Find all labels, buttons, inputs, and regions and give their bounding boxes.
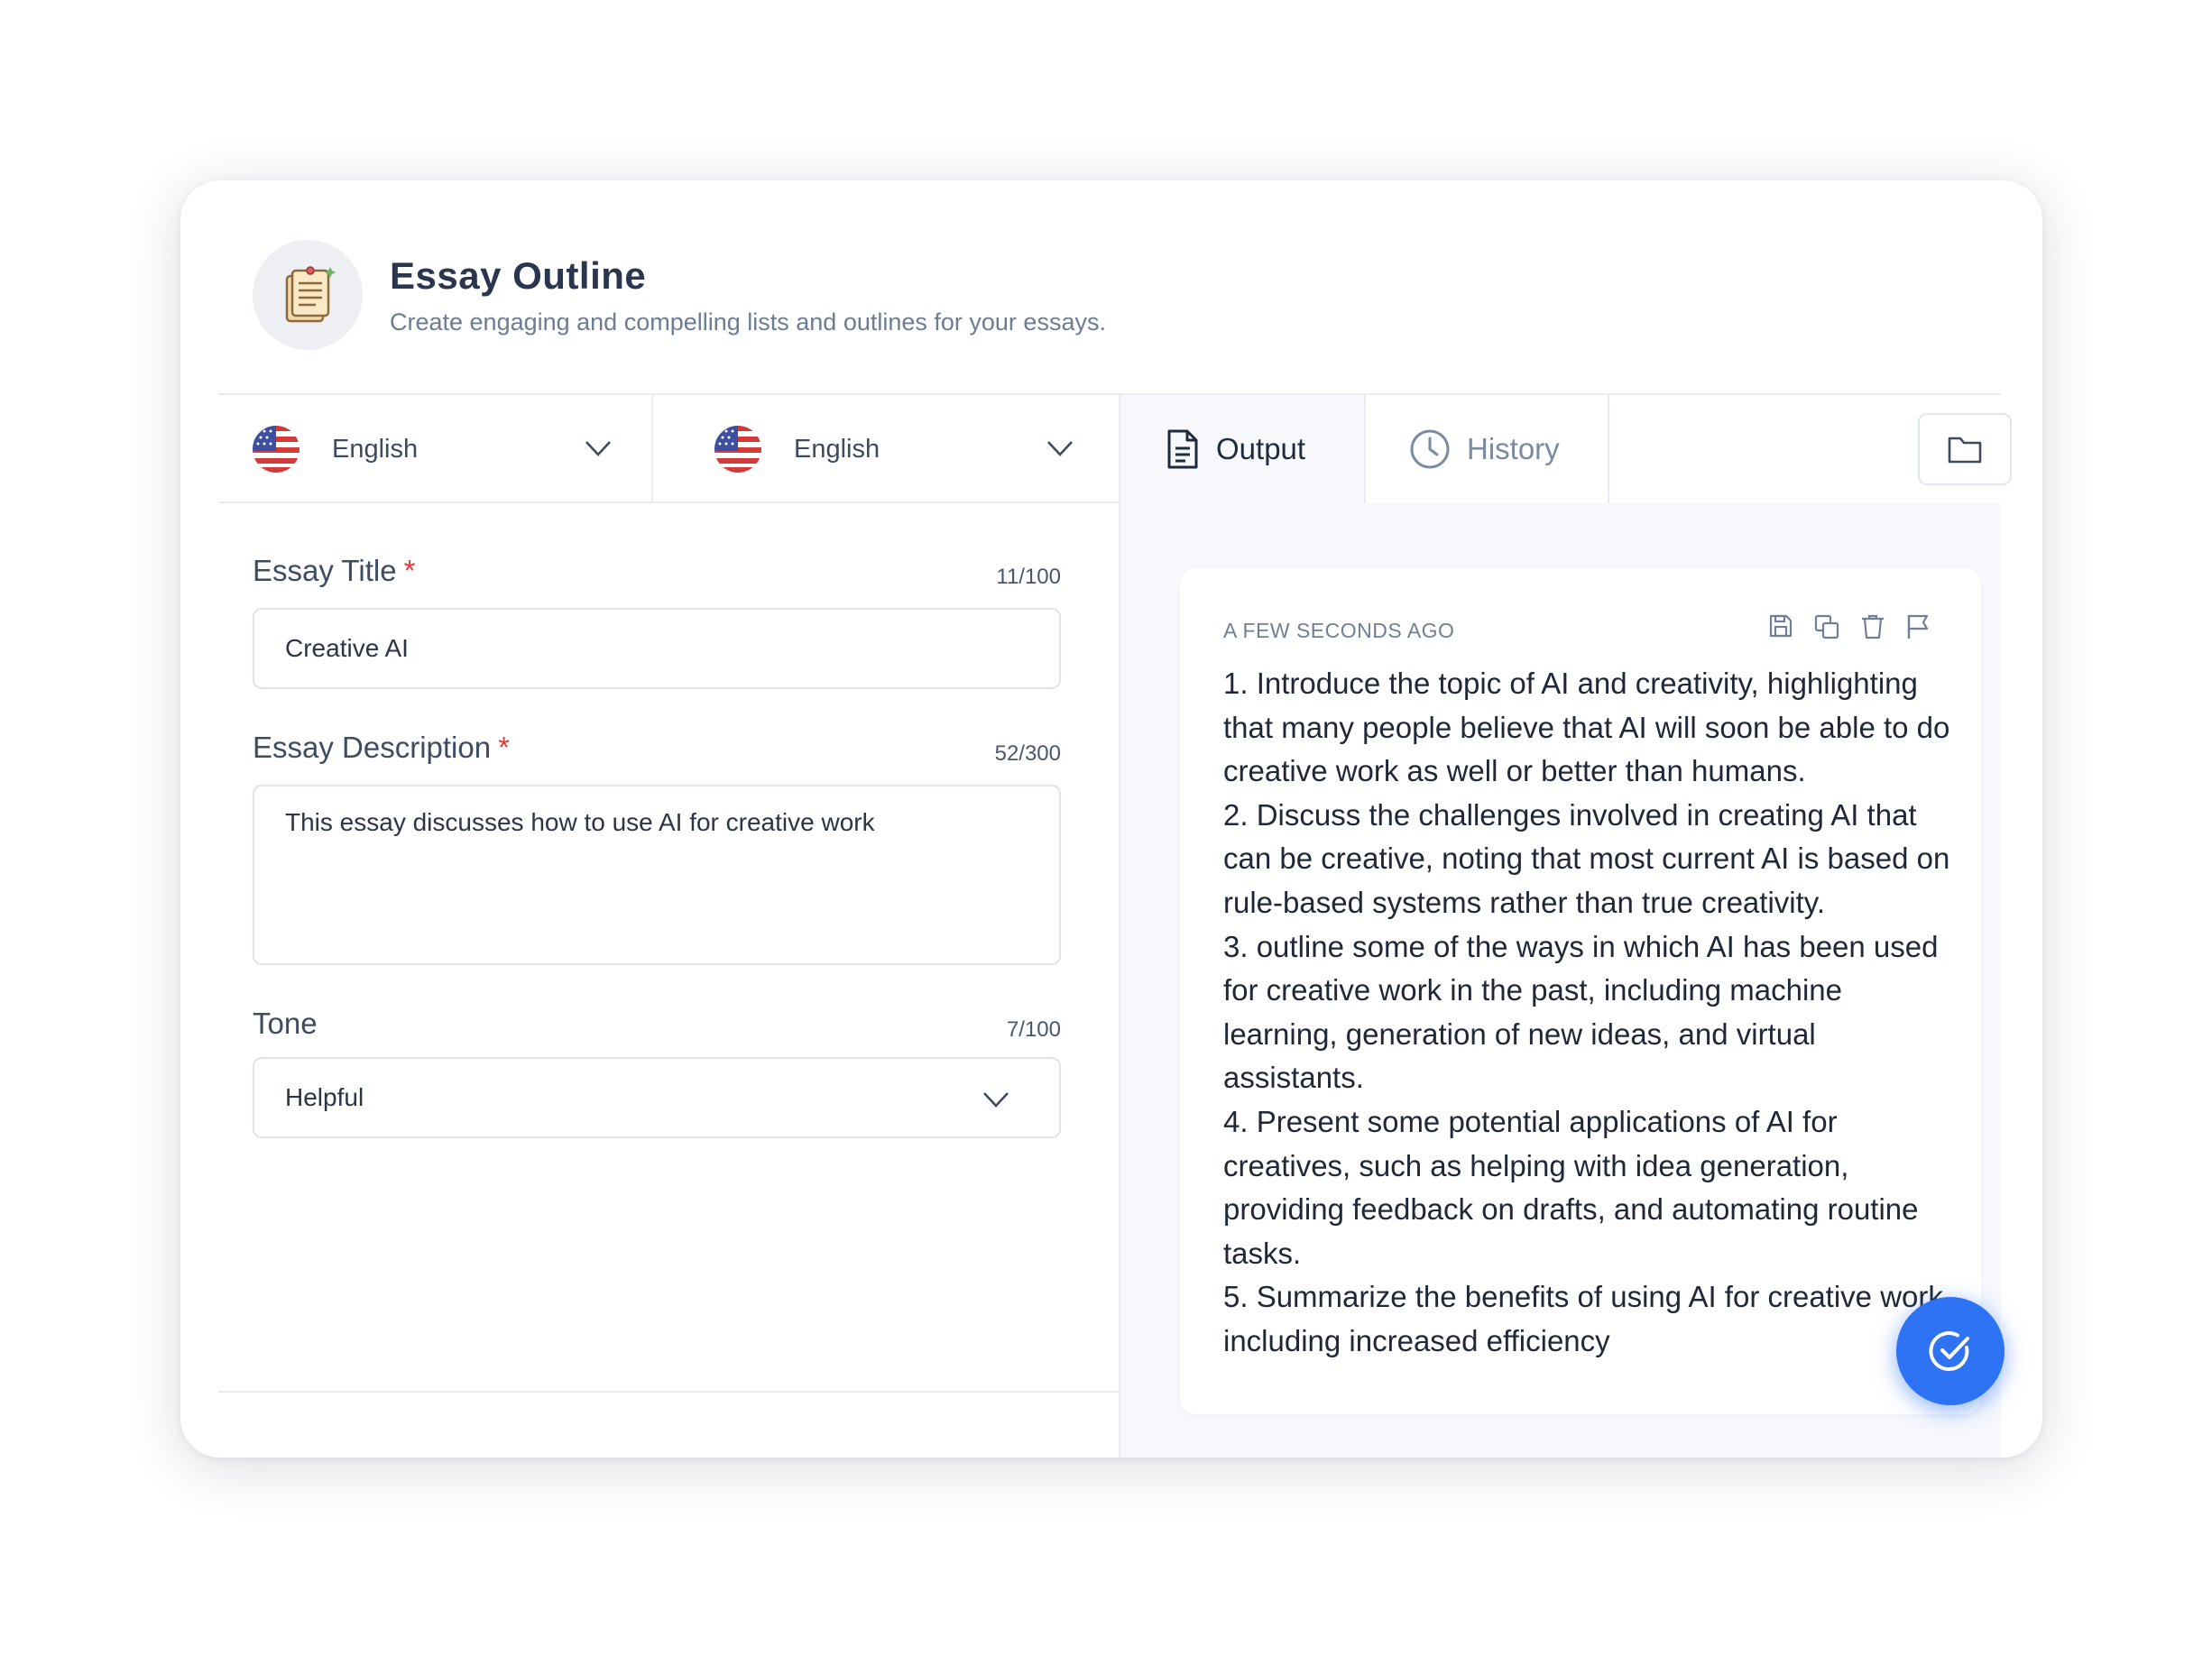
essay-notepad-icon bbox=[253, 240, 363, 350]
clock-icon bbox=[1410, 429, 1450, 469]
folder-button[interactable] bbox=[1918, 413, 2012, 485]
required-marker: * bbox=[403, 554, 416, 587]
chevron-down-icon bbox=[983, 1092, 1009, 1108]
tone-label-text: Tone bbox=[253, 1007, 318, 1040]
tab-history[interactable]: History bbox=[1366, 395, 1608, 503]
essay-description-value: This essay discusses how to use AI for c… bbox=[285, 808, 875, 836]
panel-divider bbox=[1119, 395, 1120, 1458]
chevron-down-icon bbox=[1047, 441, 1073, 456]
result-card: A FEW SECONDS AGO 1. Introduce the topic… bbox=[1180, 568, 1981, 1414]
page-subtitle: Create engaging and compelling lists and… bbox=[390, 308, 1106, 336]
flag-icon[interactable] bbox=[1905, 613, 1931, 640]
tone-label: Tone bbox=[253, 1007, 318, 1041]
essay-title-input[interactable]: Creative AI bbox=[253, 608, 1061, 689]
essay-title-label-text: Essay Title bbox=[253, 554, 397, 587]
tab-output-label: Output bbox=[1216, 432, 1306, 465]
copy-icon[interactable] bbox=[1813, 613, 1840, 640]
essay-title-label: Essay Title * bbox=[253, 554, 415, 588]
result-outline-text: 1. Introduce the topic of AI and creativ… bbox=[1223, 662, 1963, 1364]
outline-item: 1. Introduce the topic of AI and creativ… bbox=[1223, 667, 1950, 788]
check-circle-icon bbox=[1929, 1331, 1969, 1372]
essay-title-value: Creative AI bbox=[285, 634, 409, 662]
us-flag-icon bbox=[253, 426, 300, 473]
save-icon[interactable] bbox=[1768, 613, 1793, 640]
page-title: Essay Outline bbox=[390, 254, 647, 297]
submit-fab-button[interactable] bbox=[1896, 1297, 2005, 1405]
output-language-select[interactable]: English bbox=[714, 395, 1111, 503]
tool-header: Essay Outline Create engaging and compel… bbox=[253, 240, 1967, 352]
essay-outline-card: Essay Outline Create engaging and compel… bbox=[180, 180, 2042, 1458]
outline-item: 2. Discuss the challenges involved in cr… bbox=[1223, 797, 1950, 919]
essay-description-label-text: Essay Description bbox=[253, 731, 492, 764]
tab-separator bbox=[1608, 395, 1609, 503]
folder-icon bbox=[1948, 437, 1982, 464]
essay-description-textarea[interactable]: This essay discusses how to use AI for c… bbox=[253, 785, 1061, 965]
form-bottom-divider bbox=[218, 1391, 1120, 1393]
output-language-label: English bbox=[794, 434, 880, 464]
required-marker: * bbox=[498, 731, 510, 764]
input-language-select[interactable]: English bbox=[253, 395, 650, 503]
document-icon bbox=[1167, 429, 1198, 469]
chevron-down-icon bbox=[585, 441, 611, 456]
trash-icon[interactable] bbox=[1860, 613, 1885, 640]
us-flag-icon bbox=[714, 426, 761, 473]
outline-item: 5. Summarize the benefits of using AI fo… bbox=[1223, 1280, 1952, 1357]
tone-value: Helpful bbox=[285, 1083, 364, 1111]
input-language-label: English bbox=[332, 434, 419, 464]
outline-item: 4. Present some potential applications o… bbox=[1223, 1104, 1919, 1270]
essay-description-counter: 52/300 bbox=[994, 741, 1061, 766]
tone-select[interactable]: Helpful bbox=[253, 1057, 1061, 1138]
language-separator bbox=[651, 395, 653, 501]
essay-title-counter: 11/100 bbox=[996, 565, 1061, 589]
outline-item: 3. outline some of the ways in which AI … bbox=[1223, 929, 1939, 1095]
tone-counter: 7/100 bbox=[1006, 1017, 1061, 1042]
result-timestamp: A FEW SECONDS AGO bbox=[1223, 619, 1455, 642]
result-actions bbox=[1768, 613, 1931, 640]
essay-description-label: Essay Description * bbox=[253, 731, 510, 765]
tab-output[interactable]: Output bbox=[1120, 395, 1364, 503]
tab-history-label: History bbox=[1467, 432, 1560, 465]
